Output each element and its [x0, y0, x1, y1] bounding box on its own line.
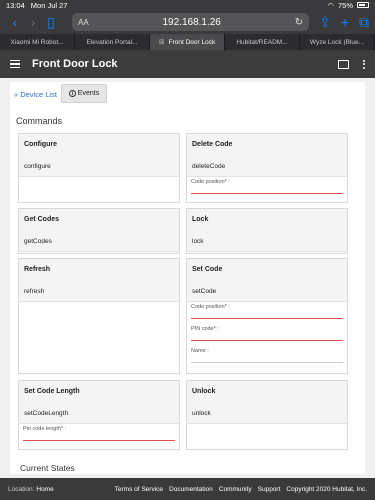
- menu-icon[interactable]: [10, 59, 20, 69]
- command-method: getCodes: [24, 237, 52, 245]
- address-bar[interactable]: AA 192.168.1.26 ↻: [72, 13, 310, 31]
- browser-tab-active[interactable]: ⊠ Front Door Lock: [150, 34, 225, 50]
- browser-toolbar: ‹ › ▯ AA 192.168.1.26 ↻ ⇪ + ⧉: [0, 10, 375, 34]
- command-method: refresh: [24, 287, 45, 295]
- device-list-link[interactable]: « Device List: [14, 90, 57, 99]
- terms-link[interactable]: Terms of Service: [115, 486, 163, 493]
- command-name: Set Code Length: [24, 388, 80, 395]
- ios-status-bar: 13:04 Mon Jul 27 ◠ 75%: [0, 0, 375, 10]
- command-name: Unlock: [192, 388, 216, 395]
- command-method: deleteCode: [192, 162, 226, 170]
- community-link[interactable]: Community: [219, 486, 252, 493]
- reader-aa-button[interactable]: AA: [78, 18, 89, 27]
- command-card-set-code-length[interactable]: Set Code Length setCodeLength Pin code l…: [18, 380, 180, 450]
- command-name: Delete Code: [192, 141, 233, 148]
- command-name: Set Code: [192, 266, 223, 273]
- command-name: Get Codes: [24, 216, 60, 223]
- browser-tab[interactable]: Elevation Portal...: [75, 34, 150, 50]
- code-position-field[interactable]: Code position* :: [187, 177, 347, 199]
- code-position-field[interactable]: Code position* :: [187, 302, 347, 324]
- pin-code-length-field[interactable]: Pin code length* :: [19, 424, 179, 446]
- command-method: setCode: [192, 287, 217, 295]
- page-footer: Location: Home Terms of Service Document…: [0, 478, 375, 500]
- page-title: Front Door Lock: [32, 58, 118, 70]
- location-value[interactable]: Home: [36, 486, 53, 493]
- battery-icon: [357, 2, 369, 8]
- command-card-lock[interactable]: Lock lock: [186, 208, 348, 254]
- share-icon[interactable]: ⇪: [319, 14, 331, 31]
- command-name: Configure: [24, 141, 58, 148]
- browser-tab[interactable]: Xiaomi Mi Robot...: [0, 34, 75, 50]
- events-label: Events: [77, 90, 100, 97]
- pin-code-field[interactable]: PIN code* :: [187, 324, 347, 346]
- bookmarks-icon[interactable]: ▯: [42, 15, 60, 29]
- command-method: lock: [192, 237, 204, 245]
- browser-tab[interactable]: Hubitat/READM...: [225, 34, 300, 50]
- browser-tab[interactable]: Wyze Lock (Blue...: [300, 34, 375, 50]
- command-card-unlock[interactable]: Unlock unlock: [186, 380, 348, 450]
- current-states-heading: Current States: [20, 463, 75, 473]
- back-icon[interactable]: ‹: [6, 15, 24, 29]
- support-link[interactable]: Support: [258, 486, 281, 493]
- command-card-configure[interactable]: Configure configure: [18, 133, 180, 203]
- wifi-icon: ◠: [327, 0, 334, 10]
- tabs-overview-icon[interactable]: ⧉: [359, 14, 369, 31]
- forward-icon[interactable]: ›: [24, 15, 42, 29]
- browser-tabs: Xiaomi Mi Robot... Elevation Portal... ⊠…: [0, 34, 375, 50]
- more-options-icon[interactable]: [363, 59, 365, 69]
- command-name: Refresh: [24, 266, 51, 273]
- chat-icon[interactable]: [338, 59, 349, 69]
- name-field[interactable]: Name :: [187, 346, 347, 368]
- documentation-link[interactable]: Documentation: [169, 486, 213, 493]
- command-method: setCodeLength: [24, 409, 69, 417]
- copyright-text: Copyright 2020 Hubitat, Inc.: [286, 485, 367, 493]
- command-method: configure: [24, 162, 51, 170]
- command-card-set-code[interactable]: Set Code setCode Code position* : PIN co…: [186, 258, 348, 374]
- commands-heading: Commands: [16, 116, 63, 126]
- status-date: Mon Jul 27: [30, 0, 68, 10]
- reload-icon[interactable]: ↻: [295, 17, 303, 28]
- command-card-refresh[interactable]: Refresh refresh: [18, 258, 180, 374]
- location-label: Location:: [8, 485, 35, 493]
- command-card-get-codes[interactable]: Get Codes getCodes: [18, 208, 180, 254]
- battery-percent: 75%: [337, 0, 353, 10]
- url-text[interactable]: 192.168.1.26: [89, 17, 295, 28]
- command-method: unlock: [192, 409, 211, 417]
- info-icon: i: [68, 90, 76, 97]
- new-tab-icon[interactable]: +: [341, 14, 349, 31]
- events-button[interactable]: i Events: [61, 84, 107, 103]
- close-tab-icon[interactable]: ⊠: [159, 38, 165, 46]
- status-time: 13:04: [6, 0, 25, 10]
- command-name: Lock: [192, 216, 209, 223]
- app-header: Front Door Lock: [0, 50, 375, 78]
- command-card-delete-code[interactable]: Delete Code deleteCode Code position* :: [186, 133, 348, 203]
